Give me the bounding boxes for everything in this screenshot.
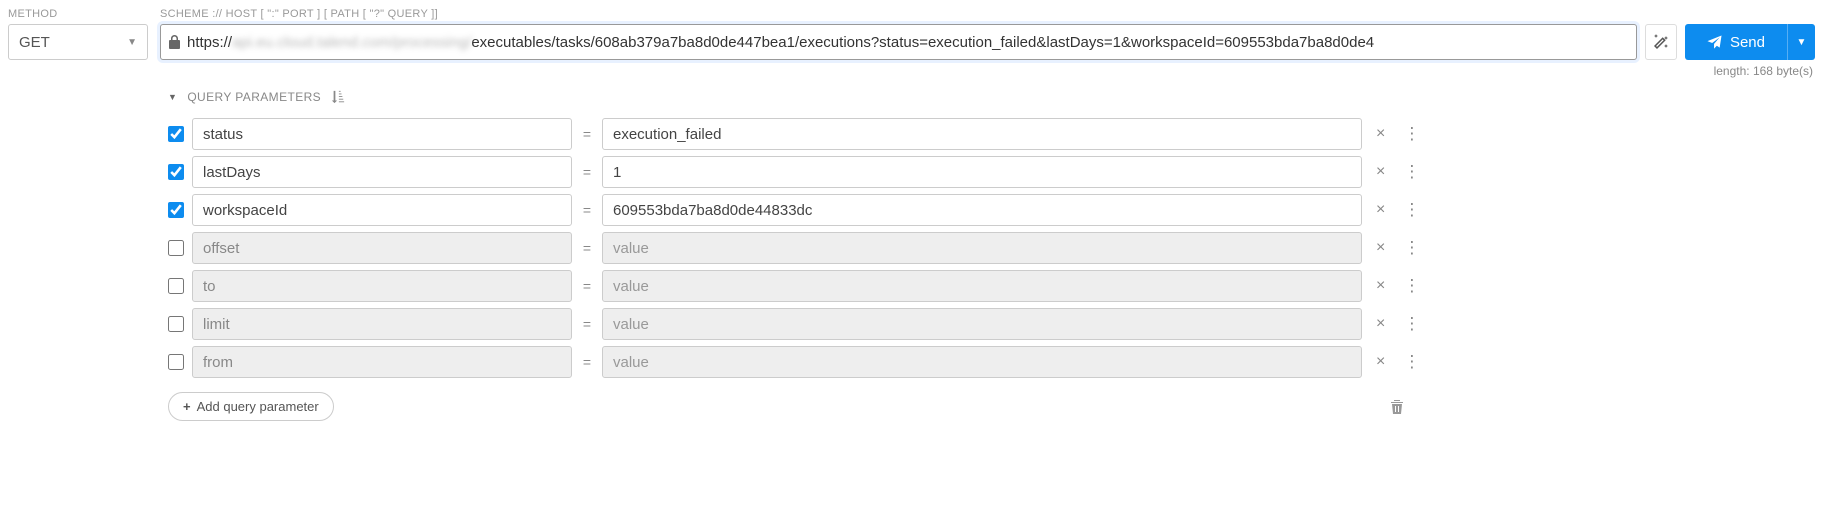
param-value-input[interactable] [602, 118, 1362, 150]
param-enable-checkbox[interactable] [168, 316, 184, 332]
remove-param-icon[interactable]: × [1370, 201, 1391, 219]
method-value: GET [19, 34, 50, 51]
equals-sign: = [580, 240, 594, 256]
param-name-input[interactable] [192, 118, 572, 150]
param-value-input[interactable] [602, 270, 1362, 302]
remove-param-icon[interactable]: × [1370, 277, 1391, 295]
method-select[interactable]: GET ▼ [8, 24, 148, 60]
query-params-header[interactable]: ▼ QUERY PARAMETERS [168, 90, 1815, 104]
param-row: = × ⋮ [168, 346, 1815, 378]
param-value-input[interactable] [602, 156, 1362, 188]
param-menu-icon[interactable]: ⋮ [1399, 130, 1424, 139]
param-menu-icon[interactable]: ⋮ [1399, 320, 1424, 329]
send-label: Send [1730, 34, 1765, 51]
method-label: METHOD [8, 8, 148, 20]
remove-param-icon[interactable]: × [1370, 353, 1391, 371]
param-menu-icon[interactable]: ⋮ [1399, 282, 1424, 291]
param-enable-checkbox[interactable] [168, 164, 184, 180]
add-query-param-label: Add query parameter [197, 399, 319, 414]
param-enable-checkbox[interactable] [168, 354, 184, 370]
param-row: = × ⋮ [168, 156, 1815, 188]
send-caret-button[interactable]: ▼ [1787, 24, 1815, 60]
param-menu-icon[interactable]: ⋮ [1399, 168, 1424, 177]
param-menu-icon[interactable]: ⋮ [1399, 358, 1424, 367]
plus-icon: + [183, 399, 191, 414]
param-row: = × ⋮ [168, 232, 1815, 264]
param-row: = × ⋮ [168, 194, 1815, 226]
scheme-label: SCHEME :// HOST [ ":" PORT ] [ PATH [ "?… [160, 8, 1815, 20]
lock-icon [169, 35, 181, 49]
param-enable-checkbox[interactable] [168, 240, 184, 256]
trash-icon[interactable] [1390, 399, 1404, 415]
url-text: https://api.eu.cloud.talend.com/processi… [187, 34, 1374, 51]
param-name-input[interactable] [192, 270, 572, 302]
param-value-input[interactable] [602, 308, 1362, 340]
length-text: length: 168 byte(s) [160, 64, 1815, 78]
remove-param-icon[interactable]: × [1370, 315, 1391, 333]
add-query-param-button[interactable]: + Add query parameter [168, 392, 334, 421]
param-enable-checkbox[interactable] [168, 126, 184, 142]
equals-sign: = [580, 164, 594, 180]
param-name-input[interactable] [192, 194, 572, 226]
param-value-input[interactable] [602, 346, 1362, 378]
caret-down-icon: ▼ [127, 37, 137, 48]
param-name-input[interactable] [192, 232, 572, 264]
magic-wand-button[interactable] [1645, 24, 1677, 60]
param-row: = × ⋮ [168, 270, 1815, 302]
sort-icon[interactable] [331, 90, 345, 104]
param-name-input[interactable] [192, 156, 572, 188]
remove-param-icon[interactable]: × [1370, 163, 1391, 181]
remove-param-icon[interactable]: × [1370, 239, 1391, 257]
equals-sign: = [580, 202, 594, 218]
equals-sign: = [580, 126, 594, 142]
send-icon [1707, 35, 1722, 50]
param-name-input[interactable] [192, 308, 572, 340]
param-enable-checkbox[interactable] [168, 202, 184, 218]
param-value-input[interactable] [602, 232, 1362, 264]
param-menu-icon[interactable]: ⋮ [1399, 244, 1424, 253]
param-value-input[interactable] [602, 194, 1362, 226]
param-enable-checkbox[interactable] [168, 278, 184, 294]
send-button[interactable]: Send [1685, 24, 1787, 60]
equals-sign: = [580, 278, 594, 294]
param-row: = × ⋮ [168, 308, 1815, 340]
collapse-icon: ▼ [168, 92, 177, 102]
query-params-title: QUERY PARAMETERS [187, 90, 321, 104]
param-menu-icon[interactable]: ⋮ [1399, 206, 1424, 215]
remove-param-icon[interactable]: × [1370, 125, 1391, 143]
param-name-input[interactable] [192, 346, 572, 378]
equals-sign: = [580, 316, 594, 332]
url-input[interactable]: https://api.eu.cloud.talend.com/processi… [160, 24, 1637, 60]
equals-sign: = [580, 354, 594, 370]
param-row: = × ⋮ [168, 118, 1815, 150]
